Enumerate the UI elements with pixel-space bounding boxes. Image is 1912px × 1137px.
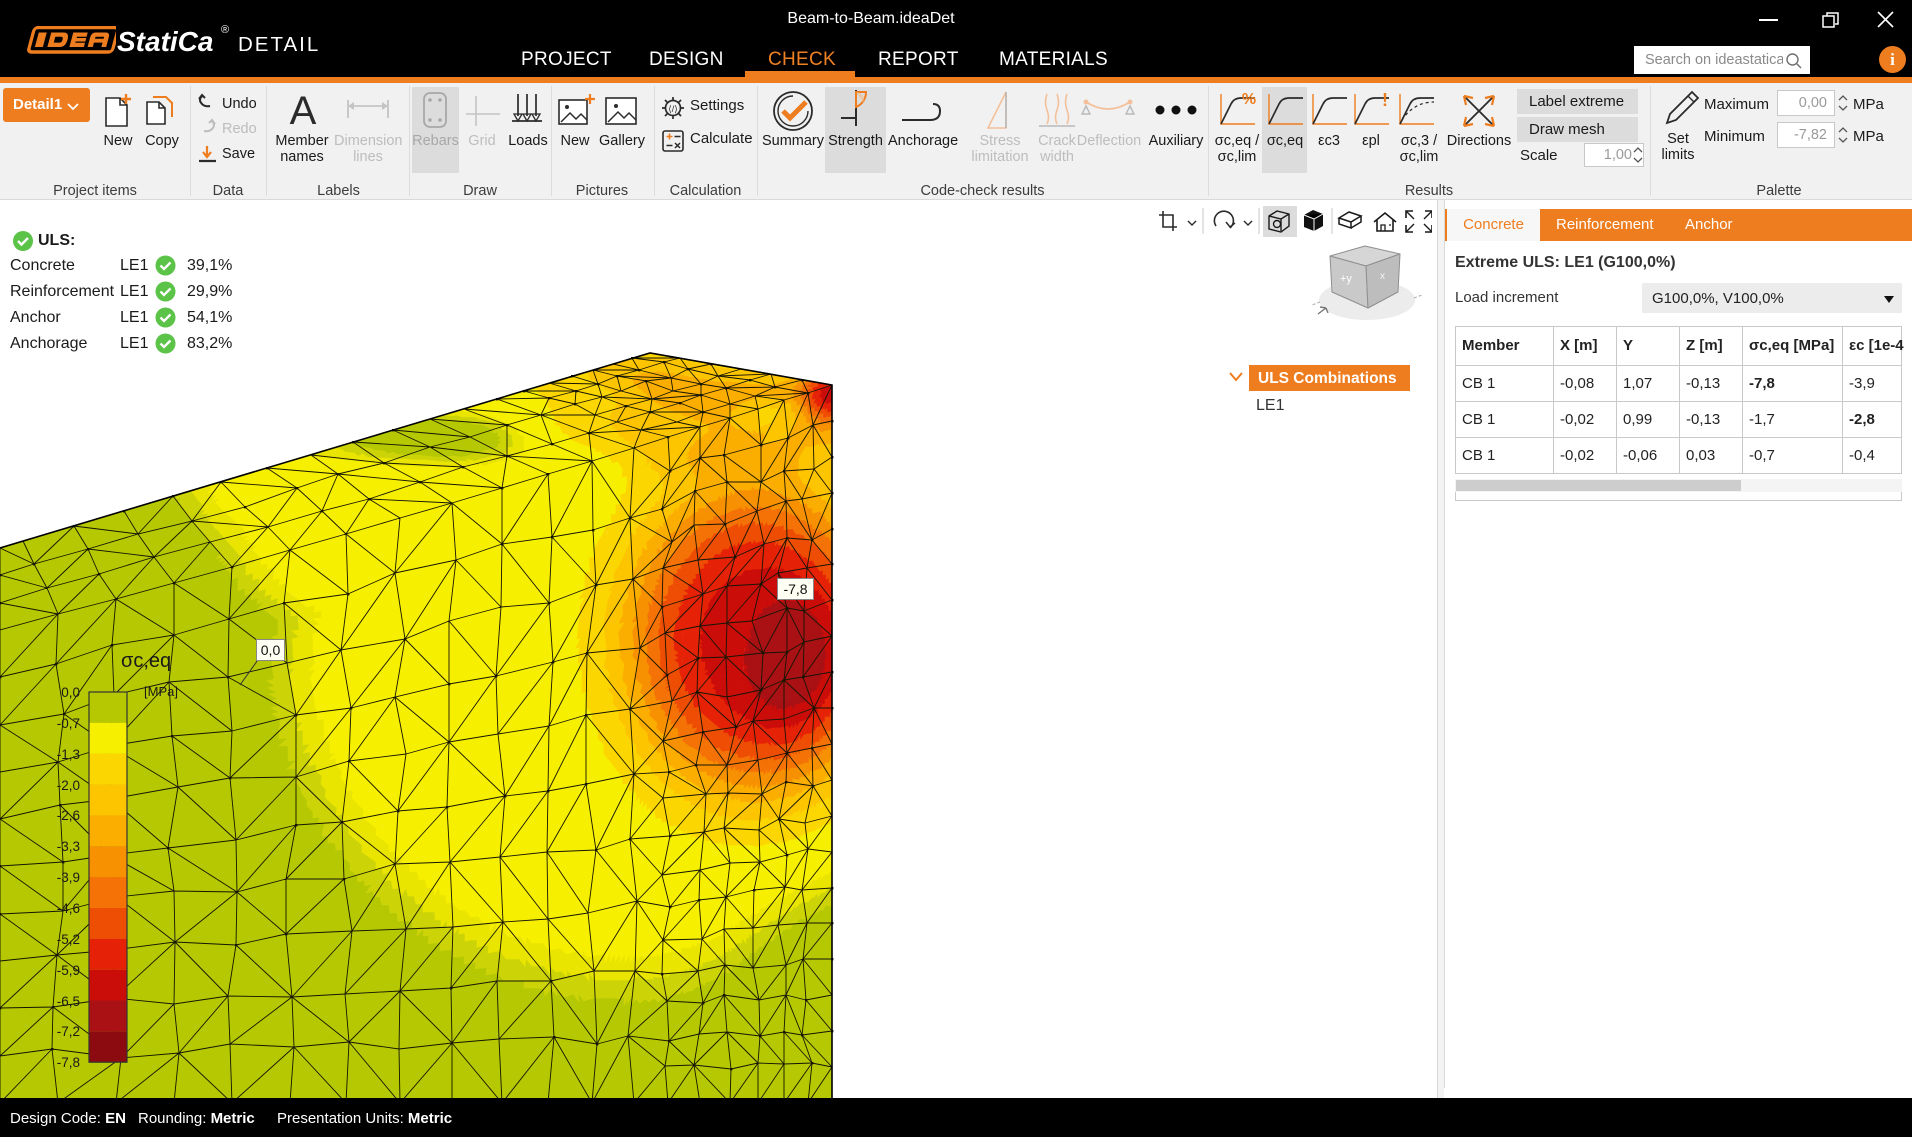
svg-text:A: A [290, 90, 317, 132]
svg-text:⟨/⟩: ⟨/⟩ [668, 104, 678, 114]
svg-text:x: x [1380, 271, 1385, 282]
svg-text:+y: +y [1340, 273, 1352, 285]
svg-text:!: ! [1382, 90, 1388, 110]
svg-text:%: % [1242, 91, 1256, 108]
